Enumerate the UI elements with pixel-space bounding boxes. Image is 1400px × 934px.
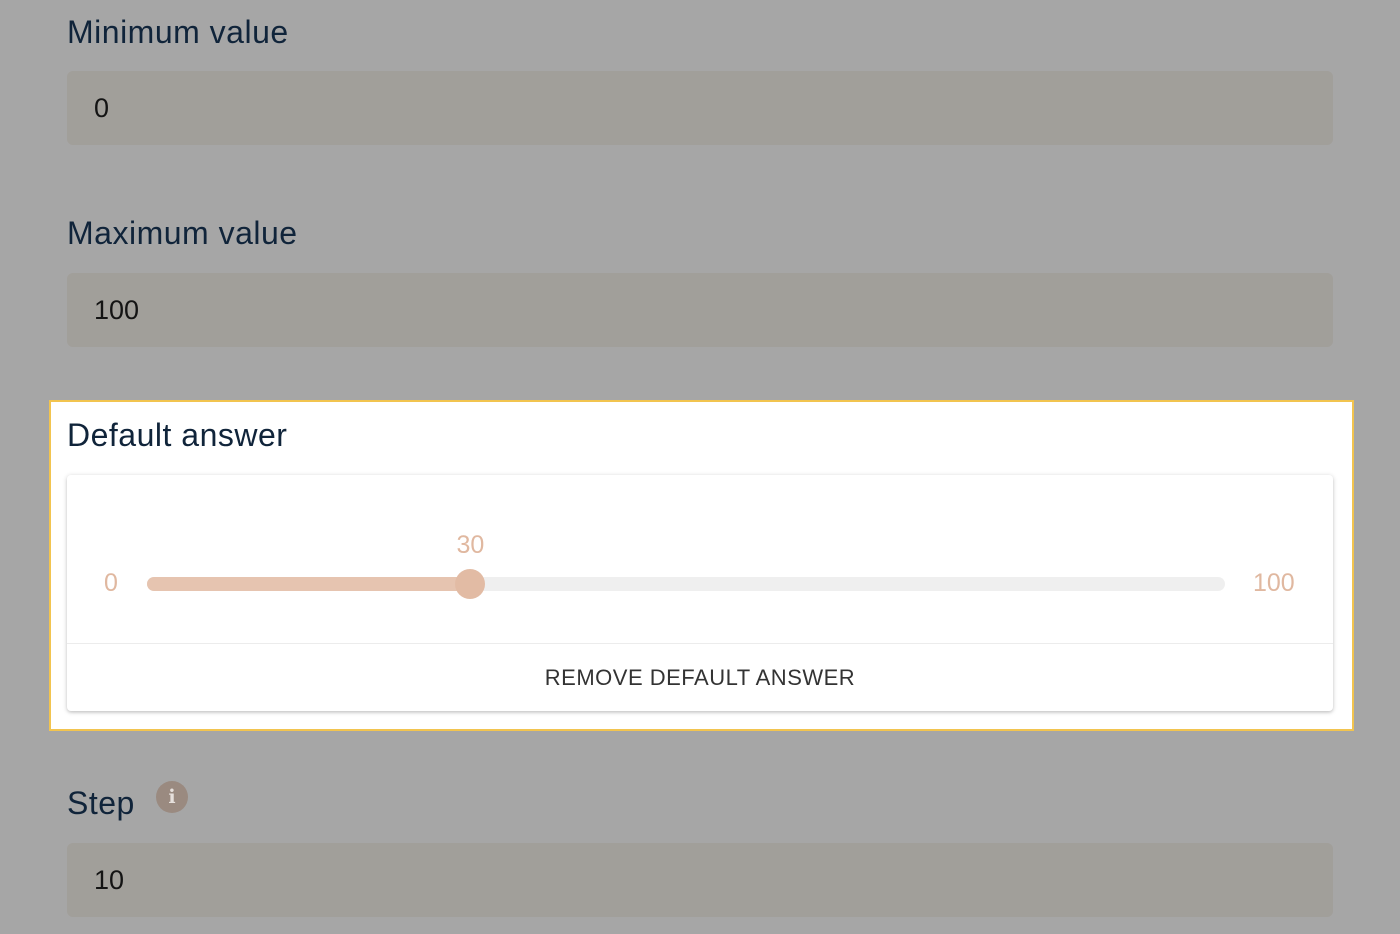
default-answer-label: Default answer <box>67 417 288 453</box>
step-input[interactable]: 10 <box>67 843 1333 917</box>
maximum-value-input[interactable]: 100 <box>67 273 1333 347</box>
slider-max-label: 100 <box>1253 569 1295 597</box>
minimum-value-input[interactable]: 0 <box>67 71 1333 145</box>
slider-value-label: 30 <box>456 531 485 559</box>
minimum-value-label: Minimum value <box>67 14 289 50</box>
slider-min-label: 0 <box>104 569 118 597</box>
maximum-value-label: Maximum value <box>67 215 298 251</box>
minimum-value-text: 0 <box>94 92 110 123</box>
default-answer-card: 0 30 100 REMOVE DEFAULT ANSWER <box>67 475 1333 711</box>
info-icon[interactable]: i <box>156 781 188 813</box>
maximum-value-text: 100 <box>94 294 140 325</box>
slider-thumb[interactable] <box>455 569 486 599</box>
step-value-text: 10 <box>94 864 125 895</box>
info-icon-glyph: i <box>168 786 176 808</box>
step-label: Step <box>67 785 135 821</box>
slider-fill <box>147 577 471 591</box>
slider-track[interactable] <box>147 577 1225 591</box>
remove-default-answer-button[interactable]: REMOVE DEFAULT ANSWER <box>67 644 1333 711</box>
default-answer-slider[interactable]: 0 30 100 <box>67 475 1333 643</box>
